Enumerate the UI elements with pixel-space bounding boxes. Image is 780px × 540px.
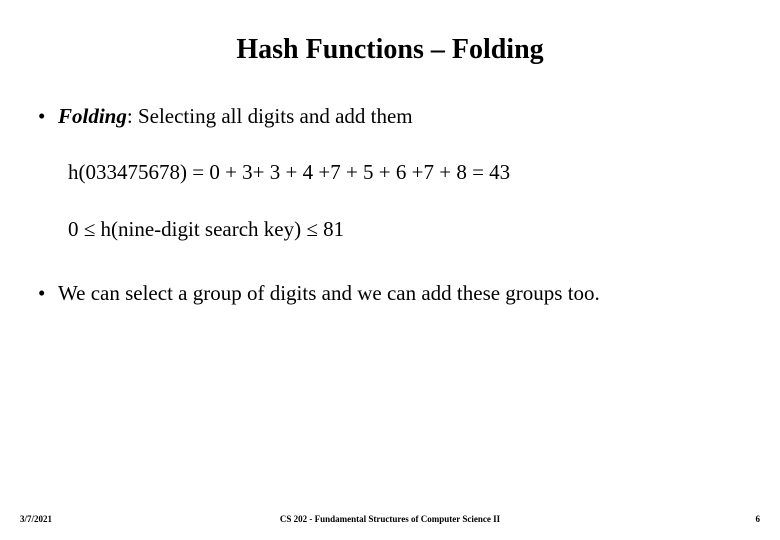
footer-date: 3/7/2021	[20, 514, 52, 524]
footer-page-number: 6	[756, 514, 761, 524]
slide: Hash Functions – Folding Folding: Select…	[0, 0, 780, 540]
bullet-folding-rest: : Selecting all digits and add them	[127, 104, 413, 128]
bullet-list-2: We can select a group of digits and we c…	[36, 279, 744, 307]
slide-title: Hash Functions – Folding	[36, 34, 744, 66]
bullet-group: We can select a group of digits and we c…	[58, 279, 744, 307]
range-line: 0 ≤ h(nine-digit search key) ≤ 81	[68, 215, 744, 243]
equation-line: h(033475678) = 0 + 3+ 3 + 4 +7 + 5 + 6 +…	[68, 158, 744, 186]
bullet-list: Folding: Selecting all digits and add th…	[36, 102, 744, 130]
footer-course: CS 202 - Fundamental Structures of Compu…	[280, 514, 500, 524]
bullet-folding-term: Folding	[58, 104, 127, 128]
bullet-folding: Folding: Selecting all digits and add th…	[58, 102, 744, 130]
